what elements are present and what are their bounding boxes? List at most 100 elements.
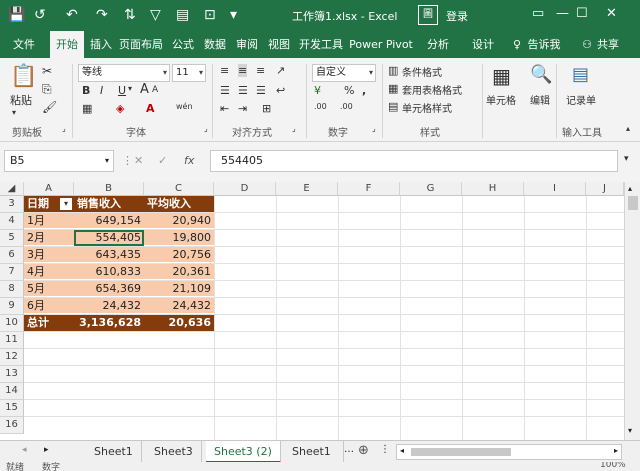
column-header-d[interactable]: D xyxy=(214,182,276,196)
row-header[interactable]: 8 xyxy=(0,281,24,298)
column-header-c[interactable]: C xyxy=(144,182,214,196)
tab-home[interactable]: 开始 xyxy=(50,31,84,58)
tabs-more-icon[interactable]: ⋮ xyxy=(380,444,390,455)
orientation-icon[interactable]: ↗ xyxy=(276,64,285,77)
collapse-ribbon-icon[interactable]: ▴ xyxy=(626,124,630,133)
share-button[interactable]: 共享 xyxy=(594,31,622,58)
minimize-icon[interactable]: — xyxy=(556,6,569,21)
row-header[interactable]: 10 xyxy=(0,315,24,332)
italic-button[interactable]: I xyxy=(100,84,103,97)
column-header-g[interactable]: G xyxy=(400,182,462,196)
row-header[interactable]: 13 xyxy=(0,366,24,383)
login-link[interactable]: 登录 xyxy=(446,8,468,24)
align-right-icon[interactable]: ☰ xyxy=(256,84,266,97)
row-header[interactable]: 15 xyxy=(0,400,24,417)
close-icon[interactable]: ✕ xyxy=(606,6,617,21)
print-preview-icon[interactable]: ⊡ xyxy=(204,6,216,24)
table-header-cell[interactable]: 销售收入 xyxy=(74,196,144,212)
column-header-b[interactable]: B xyxy=(74,182,144,196)
underline-button[interactable]: U xyxy=(118,84,126,97)
number-format-combo[interactable]: 自定义 ▾ xyxy=(312,64,376,82)
font-color-button[interactable]: A xyxy=(146,102,155,115)
tab-analyze[interactable]: 分析 xyxy=(424,31,452,58)
save-icon[interactable]: 💾 xyxy=(8,6,25,24)
table-cell[interactable]: 5月 xyxy=(24,281,74,297)
tab-design[interactable]: 设计 xyxy=(468,31,498,58)
wrap-text-icon[interactable]: ↩ xyxy=(276,84,285,97)
sort-icon[interactable]: ⇅ xyxy=(124,6,136,24)
align-middle-icon[interactable]: ≡ xyxy=(238,64,248,77)
comma-button[interactable]: , xyxy=(362,84,366,97)
column-header-j[interactable]: J xyxy=(586,182,624,196)
alignment-launcher-icon[interactable]: ⌟ xyxy=(292,124,296,133)
sheet-tab-active[interactable]: Sheet3 (2) xyxy=(206,441,281,463)
table-cell[interactable]: 20,756 xyxy=(144,247,214,263)
tab-data[interactable]: 数据 xyxy=(200,31,230,58)
tab-formulas[interactable]: 公式 xyxy=(168,31,198,58)
conditional-format-button[interactable]: 条件格式 xyxy=(402,64,442,79)
column-header-h[interactable]: H xyxy=(462,182,524,196)
align-top-icon[interactable]: ≡ xyxy=(220,64,229,77)
new-sheet-icon[interactable]: ⊕ xyxy=(358,443,369,458)
sheet-tab[interactable]: Sheet1 xyxy=(284,441,344,463)
format-as-table-button[interactable]: 套用表格格式 xyxy=(402,82,462,97)
scroll-right-icon[interactable]: ▸ xyxy=(614,446,618,455)
number-launcher-icon[interactable]: ⌟ xyxy=(372,124,376,133)
copy-icon[interactable]: ⎘ xyxy=(42,82,52,97)
paste-button[interactable]: 粘贴 xyxy=(10,92,32,108)
align-bottom-icon[interactable]: ≡ xyxy=(256,64,265,77)
formula-input[interactable]: 554405 xyxy=(210,150,618,172)
cells-button[interactable]: 单元格 xyxy=(486,92,516,107)
format-painter-brush-icon[interactable]: 🖌 xyxy=(42,100,57,114)
table-cell[interactable]: 6月 xyxy=(24,298,74,314)
chevron-down-icon[interactable]: ▾ xyxy=(105,151,109,171)
table-cell[interactable]: 19,800 xyxy=(144,230,214,246)
quick-access-more-icon[interactable]: ▾ xyxy=(230,6,237,24)
insert-function-icon[interactable]: fx xyxy=(184,154,194,167)
name-box[interactable]: B5 ▾ xyxy=(4,150,114,172)
merge-center-icon[interactable]: ⊞ xyxy=(262,102,271,115)
enter-icon[interactable]: ✓ xyxy=(158,154,167,167)
tab-page-layout[interactable]: 页面布局 xyxy=(116,31,166,58)
tab-file[interactable]: 文件 xyxy=(4,31,44,58)
filter-icon[interactable]: ▽ xyxy=(150,6,161,24)
table-cell[interactable]: 1月 xyxy=(24,213,74,229)
cut-icon[interactable]: ✂ xyxy=(42,64,52,78)
column-header-f[interactable]: F xyxy=(338,182,400,196)
table-cell[interactable]: 643,435 xyxy=(74,247,144,263)
increase-decimal-button[interactable]: .00 xyxy=(314,102,327,111)
horizontal-scrollbar[interactable]: ◂ ▸ xyxy=(396,444,622,460)
bold-button[interactable]: B xyxy=(82,84,90,97)
ribbon-toggle-icon[interactable]: ▭ xyxy=(532,6,544,21)
row-header[interactable]: 9 xyxy=(0,298,24,315)
align-left-icon[interactable]: ☰ xyxy=(220,84,230,97)
underline-dropdown-icon[interactable]: ▾ xyxy=(128,84,132,93)
column-header-a[interactable]: A xyxy=(24,182,74,196)
row-header[interactable]: 7 xyxy=(0,264,24,281)
row-header[interactable]: 14 xyxy=(0,383,24,400)
table-cell[interactable]: 649,154 xyxy=(74,213,144,229)
total-label-cell[interactable]: 总计 xyxy=(24,315,74,331)
tell-me-search[interactable]: 告诉我 xyxy=(524,31,564,58)
table-cell[interactable]: 610,833 xyxy=(74,264,144,280)
table-cell[interactable]: 2月 xyxy=(24,230,74,246)
border-icon[interactable]: ▦ xyxy=(82,102,92,115)
paste-dropdown-icon[interactable]: ▾ xyxy=(12,108,16,117)
editing-button[interactable]: 编辑 xyxy=(530,92,550,107)
clipboard-launcher-icon[interactable]: ⌟ xyxy=(62,124,66,133)
sheet-tab[interactable]: Sheet1 xyxy=(86,441,142,463)
total-sales-cell[interactable]: 3,136,628 xyxy=(74,315,144,331)
decrease-decimal-button[interactable]: .00 xyxy=(340,102,353,111)
zoom-level[interactable]: 100% xyxy=(600,462,626,470)
font-launcher-icon[interactable]: ⌟ xyxy=(204,124,208,133)
touch-mode-icon[interactable]: ↺ xyxy=(34,6,46,24)
table-cell[interactable]: 24,432 xyxy=(144,298,214,314)
row-header[interactable]: 4 xyxy=(0,213,24,230)
vertical-scrollbar[interactable]: ▴ ▾ xyxy=(624,182,640,440)
scroll-down-icon[interactable]: ▾ xyxy=(628,426,632,435)
cancel-icon[interactable]: ✕ xyxy=(134,154,143,167)
column-header-e[interactable]: E xyxy=(276,182,338,196)
tab-review[interactable]: 审阅 xyxy=(232,31,262,58)
tab-insert[interactable]: 插入 xyxy=(86,31,116,58)
table-cell[interactable]: 654,369 xyxy=(74,281,144,297)
